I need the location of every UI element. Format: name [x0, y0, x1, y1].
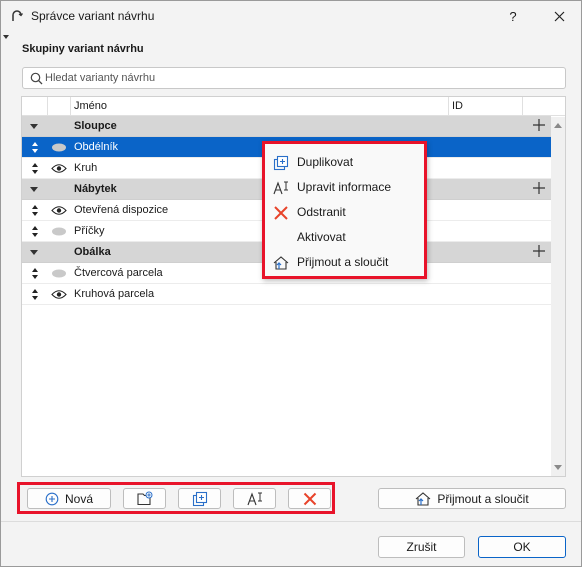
menu-item-edit-info[interactable]: Upravit informace — [265, 175, 424, 200]
delete-button[interactable] — [288, 488, 331, 509]
variant-label: Otevřená dispozice — [74, 204, 169, 216]
group-label: Obálka — [74, 246, 111, 258]
app-icon — [12, 10, 23, 21]
help-icon: ? — [509, 8, 517, 24]
new-button-label: Nová — [64, 491, 93, 506]
variant-label: Příčky — [74, 225, 105, 237]
merge-icon — [415, 491, 431, 506]
reorder-icon[interactable] — [31, 141, 39, 154]
reorder-icon[interactable] — [31, 267, 39, 280]
expand-arrow-icon[interactable] — [30, 124, 38, 129]
context-menu: Duplikovat Upravit informace Odstranit A… — [262, 141, 427, 279]
column-header-name[interactable]: Jméno — [74, 100, 107, 112]
scroll-down-icon[interactable] — [554, 465, 562, 470]
table-row[interactable]: Kruhová parcela — [22, 284, 551, 305]
column-divider[interactable] — [448, 97, 449, 116]
new-folder-icon — [136, 491, 152, 506]
menu-item-label: Duplikovat — [297, 155, 354, 169]
window-title: Správce variant návrhu — [31, 9, 155, 23]
table-header: Jméno ID — [22, 97, 565, 116]
vertical-scrollbar[interactable] — [551, 117, 565, 476]
ok-button[interactable]: OK — [478, 536, 566, 558]
add-circle-icon — [45, 492, 59, 505]
new-button[interactable]: Nová — [27, 488, 111, 509]
add-variant-icon[interactable] — [532, 118, 546, 132]
reorder-icon[interactable] — [31, 288, 39, 301]
menu-item-label: Odstranit — [297, 205, 346, 219]
hidden-eye-icon[interactable] — [51, 142, 67, 153]
new-group-button[interactable] — [123, 488, 166, 509]
cancel-button-label: Zrušit — [406, 540, 437, 554]
menu-item-activate[interactable]: Aktivovat — [265, 225, 424, 250]
accept-merge-button[interactable]: Přijmout a sloučit — [378, 488, 566, 509]
close-icon — [554, 11, 564, 21]
expand-arrow-icon[interactable] — [30, 250, 38, 255]
section-heading: Skupiny variant návrhu — [22, 43, 144, 55]
collapse-arrow-icon[interactable] — [3, 35, 9, 39]
column-divider[interactable] — [522, 97, 523, 116]
rename-icon — [273, 181, 288, 195]
edit-info-button[interactable] — [233, 488, 276, 509]
duplicate-icon — [192, 491, 207, 506]
group-row-sloupce[interactable]: Sloupce — [22, 116, 551, 137]
column-divider[interactable] — [47, 97, 48, 116]
group-label: Nábytek — [74, 183, 117, 195]
column-header-id[interactable]: ID — [452, 100, 463, 112]
menu-item-duplicate[interactable]: Duplikovat — [265, 150, 424, 175]
expand-arrow-icon[interactable] — [30, 187, 38, 192]
cancel-button[interactable]: Zrušit — [378, 536, 465, 558]
hidden-eye-icon[interactable] — [51, 226, 67, 237]
variant-label: Čtvercová parcela — [74, 267, 163, 279]
menu-item-label: Přijmout a sloučit — [297, 255, 389, 269]
rename-icon — [246, 491, 262, 505]
reorder-icon[interactable] — [31, 162, 39, 175]
menu-item-delete[interactable]: Odstranit — [265, 200, 424, 225]
reorder-icon[interactable] — [31, 204, 39, 217]
column-divider[interactable] — [70, 97, 71, 116]
search-input[interactable] — [45, 70, 555, 86]
merge-icon — [273, 256, 289, 270]
eye-icon[interactable] — [51, 205, 67, 216]
delete-icon — [303, 492, 316, 505]
accept-merge-label: Přijmout a sloučit — [437, 491, 529, 506]
menu-item-label: Upravit informace — [297, 180, 392, 194]
add-variant-icon[interactable] — [532, 244, 546, 258]
reorder-icon[interactable] — [31, 225, 39, 238]
help-button[interactable]: ? — [493, 1, 533, 31]
menu-item-accept-merge[interactable]: Přijmout a sloučit — [265, 250, 424, 275]
variant-label: Kruh — [74, 162, 98, 174]
duplicate-button[interactable] — [178, 488, 221, 509]
dialog-window: Správce variant návrhu ? Skupiny variant… — [0, 0, 582, 567]
hidden-eye-icon[interactable] — [51, 268, 67, 279]
eye-icon[interactable] — [51, 163, 67, 174]
variant-label: Kruhová parcela — [74, 288, 155, 300]
close-button[interactable] — [539, 1, 579, 31]
menu-item-label: Aktivovat — [297, 230, 346, 244]
title-bar: Správce variant návrhu ? — [1, 1, 581, 31]
scroll-up-icon[interactable] — [554, 123, 562, 128]
eye-icon[interactable] — [51, 289, 67, 300]
group-label: Sloupce — [74, 120, 117, 132]
ok-button-label: OK — [513, 540, 531, 554]
duplicate-icon — [273, 155, 289, 171]
variant-label: Obdélník — [74, 141, 119, 153]
add-variant-icon[interactable] — [532, 181, 546, 195]
footer-divider — [1, 521, 581, 522]
delete-icon — [274, 206, 288, 220]
search-icon — [30, 72, 43, 85]
search-box[interactable] — [22, 67, 566, 89]
